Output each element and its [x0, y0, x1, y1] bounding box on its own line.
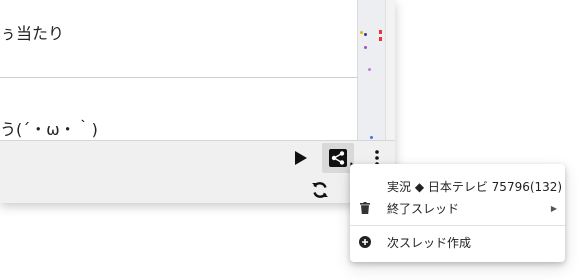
menu-item-label: 次スレッド作成: [387, 235, 472, 250]
density-mark: [364, 46, 367, 49]
menu-item-label: 実況 ◆ 日本テレビ 75796(132): [387, 179, 563, 194]
density-mark: [370, 136, 373, 139]
density-mark: [368, 68, 371, 71]
submenu-arrow-icon: ▶: [550, 203, 557, 213]
message-text: う(´・ω・｀): [0, 120, 98, 139]
refresh-button[interactable]: [308, 179, 332, 201]
comment-density-scrollbar[interactable]: [357, 0, 386, 140]
menu-item-next-thread[interactable]: 次スレッド作成: [350, 230, 565, 254]
context-menu: 実況 ◆ 日本テレビ 75796(132) 終了スレッド ▶ 次スレッド作成: [350, 164, 565, 262]
density-mark: [360, 31, 363, 34]
play-button[interactable]: [290, 147, 312, 169]
menu-item-label: 終了スレッド: [387, 201, 460, 216]
density-mark: [379, 30, 382, 34]
menu-separator: [350, 225, 565, 226]
refresh-icon: [312, 182, 328, 198]
player-toolbar: [0, 140, 395, 203]
share-icon: [329, 149, 347, 167]
density-mark: [379, 37, 382, 41]
menu-item-ended-thread[interactable]: 終了スレッド ▶: [350, 196, 565, 220]
message-text: ぅ当たり: [0, 24, 65, 43]
add-circle-icon: [358, 235, 372, 249]
trash-icon: [358, 201, 372, 215]
play-icon: [295, 151, 307, 165]
menu-item-live-thread[interactable]: 実況 ◆ 日本テレビ 75796(132): [350, 174, 565, 198]
chat-window: ぅ当たり う(´・ω・｀): [0, 0, 395, 203]
density-mark: [364, 33, 367, 36]
message-divider: [0, 77, 357, 78]
